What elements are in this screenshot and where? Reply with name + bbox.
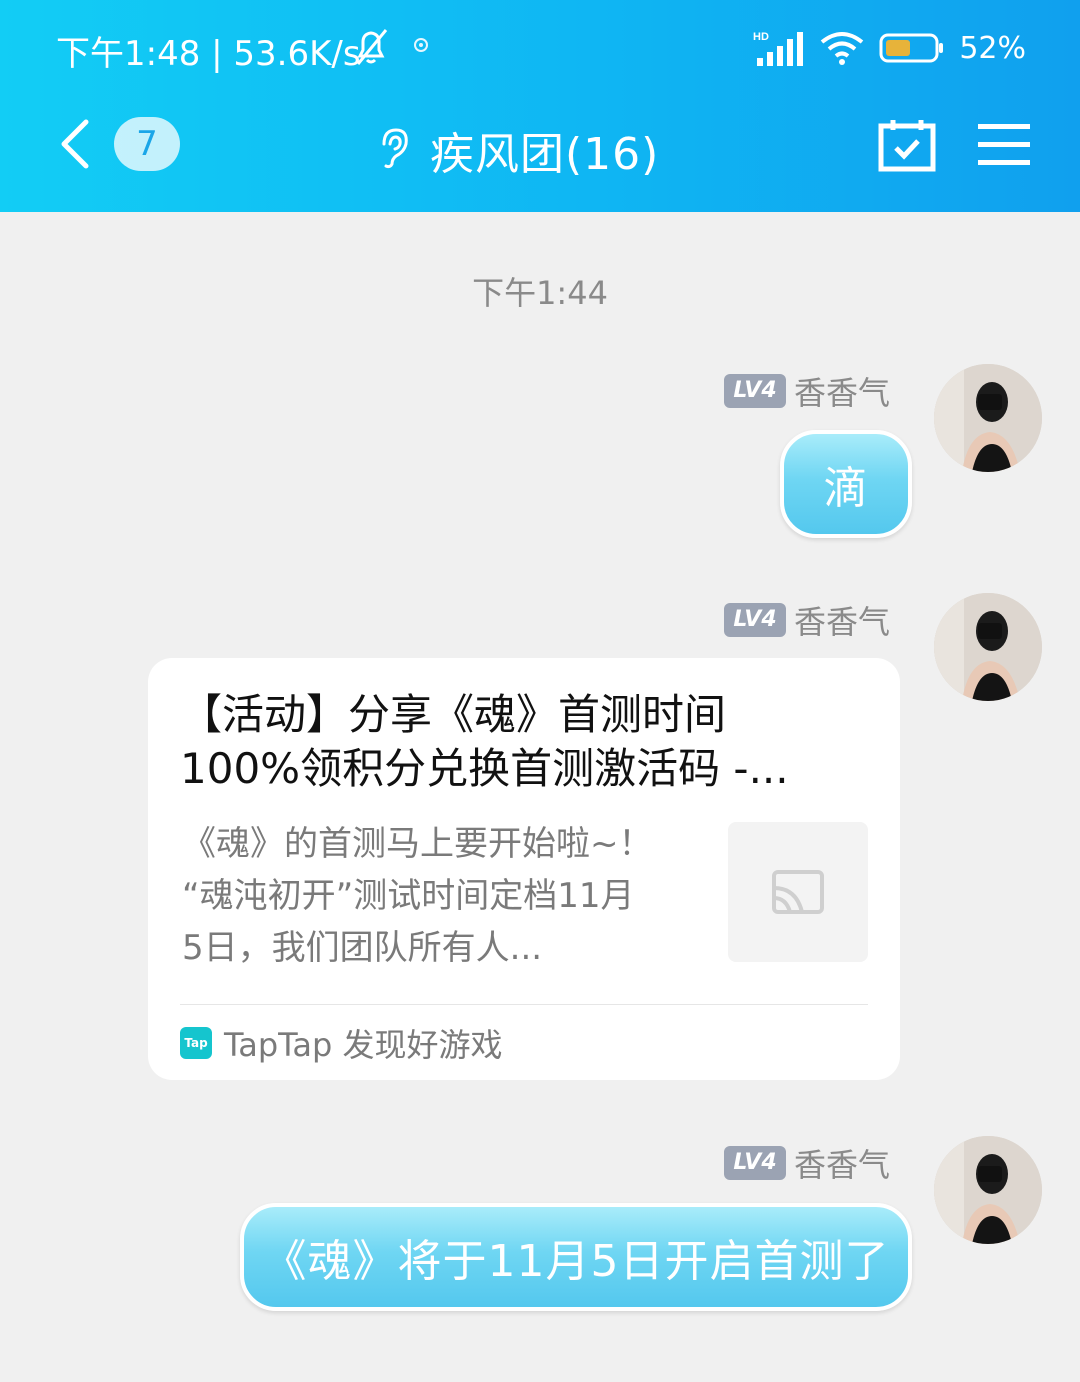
image-placeholder-icon [772, 870, 824, 914]
avatar[interactable] [934, 593, 1042, 701]
card-description: 《魂》的首测马上要开始啦~！ “魂沌初开”测试时间定档11月 5日，我们团队所有… [182, 818, 702, 974]
avatar[interactable] [934, 364, 1042, 472]
card-thumbnail [728, 822, 868, 962]
chevron-left-icon[interactable] [56, 116, 96, 172]
card-title: 【活动】分享《魂》首测时间 100%领积分兑换首测激活码 -... [180, 688, 860, 796]
chat-header: 下午1:48 | 53.6K/s HD 52% 7 疾风团(16) [0, 0, 1080, 212]
level-badge: LV4 [723, 374, 786, 408]
app-notify-icon [414, 38, 428, 52]
status-time-speed: 下午1:48 | 53.6K/s [56, 34, 361, 74]
link-share-card[interactable]: 【活动】分享《魂》首测时间 100%领积分兑换首测激活码 -... 《魂》的首测… [148, 658, 900, 1080]
card-desc-line: 《魂》的首测马上要开始啦~！ [182, 824, 653, 864]
message-sender: LV4 香香气 [723, 368, 890, 414]
message-sender: LV4 香香气 [723, 1140, 890, 1186]
chat-timestamp: 下午1:44 [472, 274, 608, 312]
sender-name[interactable]: 香香气 [794, 597, 890, 643]
battery-icon [879, 33, 944, 63]
card-source-text: TapTap 发现好游戏 [224, 1026, 503, 1064]
avatar[interactable] [934, 1136, 1042, 1244]
calendar-check-icon[interactable] [878, 118, 936, 172]
card-title-line: 100%领积分兑换首测激活码 -... [180, 744, 789, 793]
level-badge: LV4 [723, 603, 786, 637]
card-desc-line: 5日，我们团队所有人... [182, 928, 543, 968]
wifi-icon [821, 32, 864, 65]
sender-name[interactable]: 香香气 [794, 368, 890, 414]
unread-count-badge[interactable]: 7 [114, 117, 180, 171]
group-title[interactable]: 疾风团(16) [430, 118, 659, 182]
message-sender: LV4 香香气 [723, 597, 890, 643]
card-desc-line: “魂沌初开”测试时间定档11月 [182, 876, 635, 916]
taptap-logo-icon: Tap [180, 1027, 212, 1059]
battery-percentage: 52% [959, 30, 1026, 66]
ear-icon[interactable] [374, 126, 412, 170]
card-title-line: 【活动】分享《魂》首测时间 [180, 690, 727, 739]
sender-name[interactable]: 香香气 [794, 1140, 890, 1186]
svg-text:HD: HD [753, 31, 769, 43]
level-badge: LV4 [723, 1146, 786, 1180]
message-bubble[interactable]: 滴 [780, 430, 912, 538]
card-source: Tap TapTap 发现好游戏 [180, 1020, 503, 1066]
signal-icon: HD [753, 31, 804, 66]
status-indicators: HD 52% [753, 24, 1026, 72]
card-divider [180, 1004, 868, 1005]
menu-icon[interactable] [978, 122, 1030, 166]
bell-muted-icon [356, 29, 388, 65]
message-bubble[interactable]: 《魂》将于11月5日开启首测了 [240, 1203, 912, 1311]
